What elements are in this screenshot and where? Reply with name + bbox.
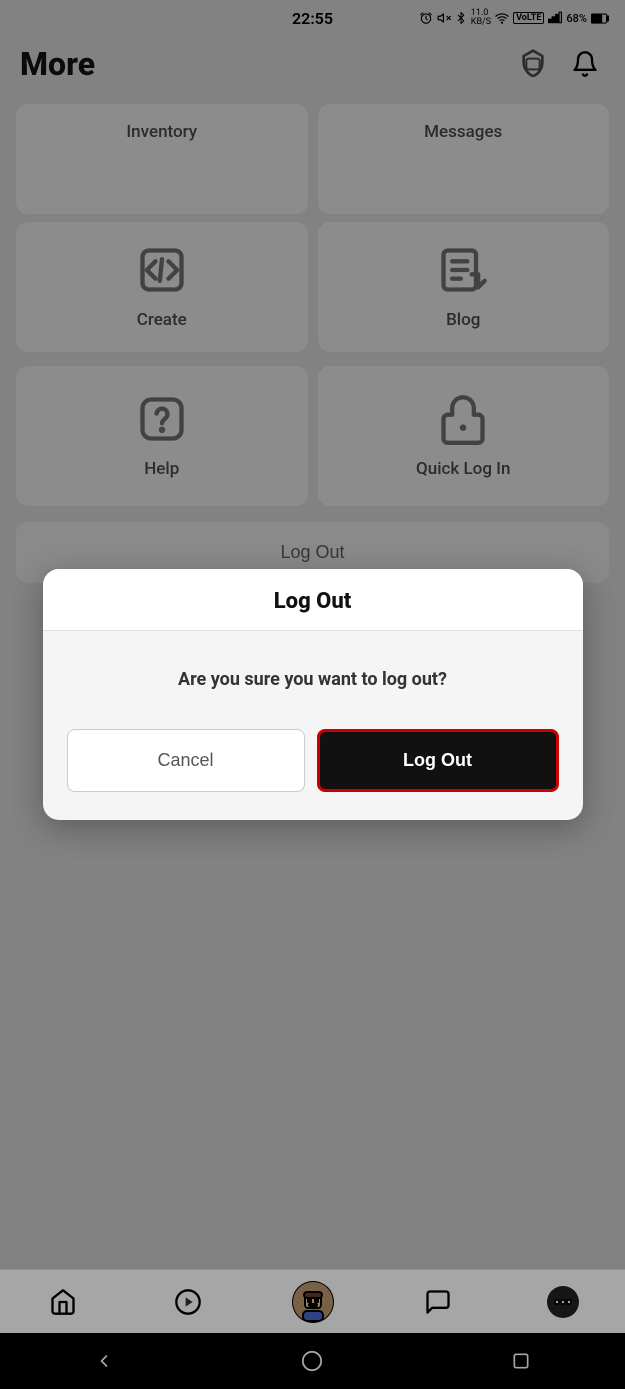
modal-overlay[interactable]: Log Out Are you sure you want to log out… [0, 0, 625, 1389]
modal-title: Log Out [274, 589, 351, 614]
modal-message: Are you sure you want to log out? [75, 667, 551, 692]
confirm-logout-button[interactable]: Log Out [317, 729, 559, 792]
cancel-button[interactable]: Cancel [67, 729, 305, 792]
modal-header: Log Out [43, 569, 583, 631]
logout-modal: Log Out Are you sure you want to log out… [43, 569, 583, 819]
modal-buttons: Cancel Log Out [43, 721, 583, 820]
modal-body: Are you sure you want to log out? [43, 631, 583, 720]
